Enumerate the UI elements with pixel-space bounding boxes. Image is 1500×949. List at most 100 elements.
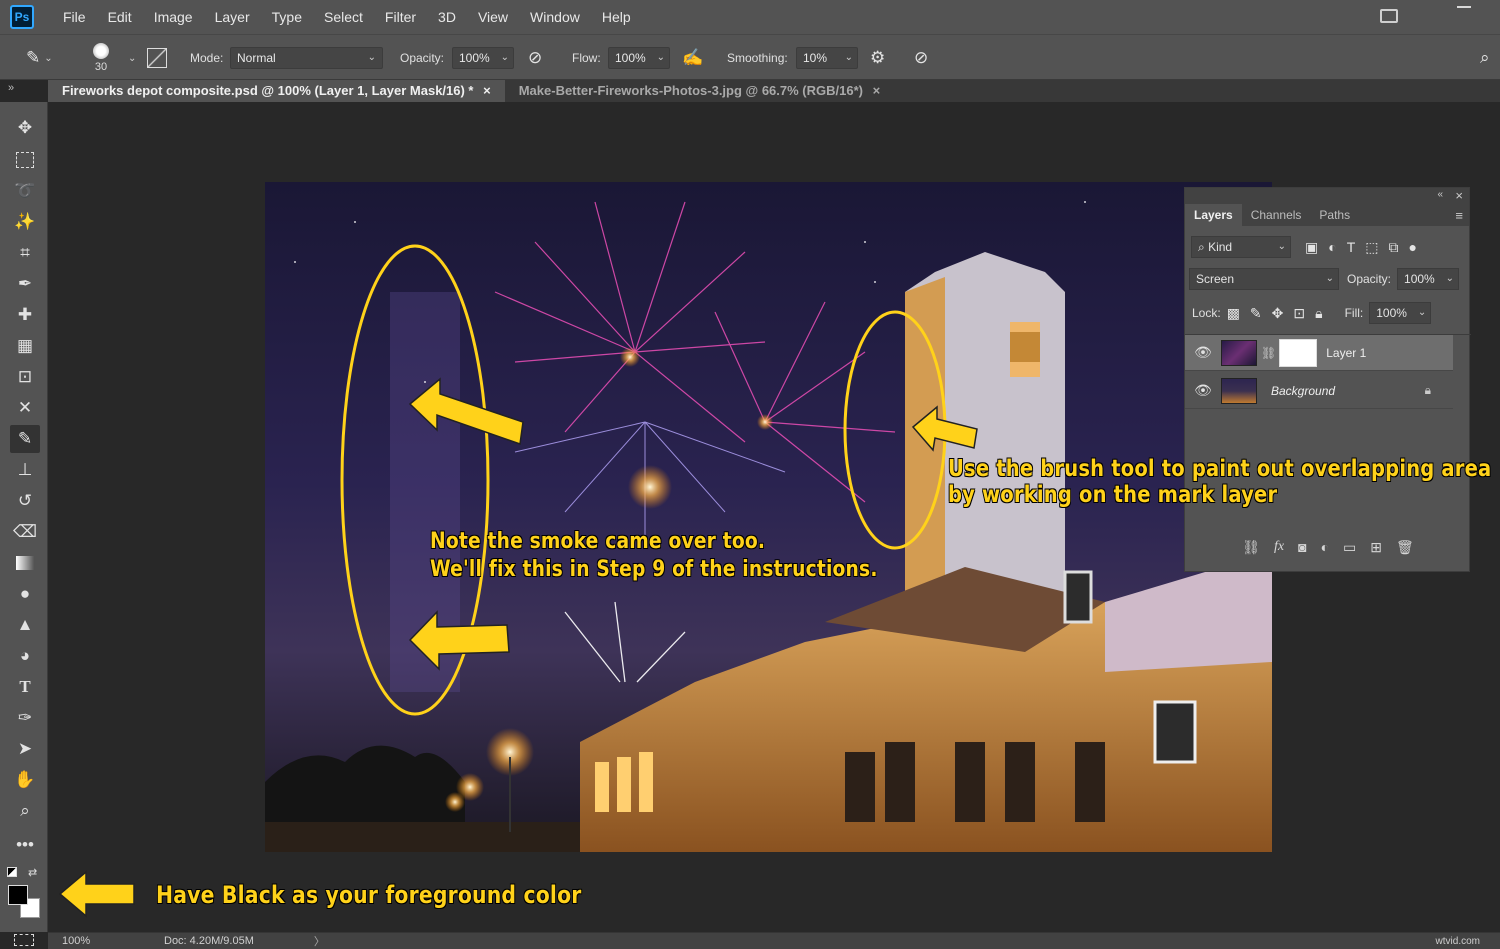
quick-mask-icon[interactable] [14, 934, 34, 946]
chevron-right-icon[interactable]: 〉 [314, 933, 325, 949]
brush-tool-icon[interactable]: ✎ [10, 425, 40, 453]
link-layers-icon[interactable]: ⛓︎ [1242, 539, 1260, 556]
document-image[interactable] [265, 182, 1272, 852]
pixel-filter-icon[interactable]: ▣ [1305, 239, 1318, 256]
tab-make-better-fireworks[interactable]: Make-Better-Fireworks-Photos-3.jpg @ 66.… [505, 80, 894, 102]
menu-select[interactable]: Select [313, 0, 374, 34]
layer-row-layer-1[interactable]: 👁︎ ⛓︎ Layer 1 [1185, 335, 1453, 371]
brush-settings-icon[interactable] [147, 48, 167, 68]
menu-view[interactable]: View [467, 0, 519, 34]
brush-tool-icon[interactable]: ✎ [26, 48, 40, 68]
eyedropper-tool-icon[interactable]: ✒ [10, 270, 40, 298]
zoom-level[interactable]: 100% [48, 935, 108, 947]
gear-icon[interactable]: ⚙ [870, 48, 885, 68]
path-selection-tool-icon[interactable]: ➤ [10, 735, 40, 763]
type-filter-icon[interactable]: T [1347, 239, 1356, 255]
panel-collapse-icon[interactable]: » [8, 82, 14, 94]
content-aware-move-tool-icon[interactable]: ✕ [10, 394, 40, 422]
adjustment-layer-icon[interactable]: ◐ [1321, 539, 1329, 555]
brush-preset-icon[interactable] [93, 43, 109, 59]
lock-position-icon[interactable]: ✥ [1272, 305, 1284, 322]
blur-tool-icon[interactable]: ● [10, 580, 40, 608]
eraser-tool-icon[interactable]: ⌫ [10, 518, 40, 546]
fill-field[interactable]: 100% ⌄ [1369, 302, 1431, 324]
menu-image[interactable]: Image [143, 0, 204, 34]
layer-row-background[interactable]: 👁︎ Background 🔒︎ [1185, 373, 1453, 409]
menu-layer[interactable]: Layer [204, 0, 261, 34]
gradient-tool-icon[interactable] [10, 549, 40, 577]
lock-icon[interactable]: 🔒︎ [1425, 383, 1431, 398]
dodge-tool-icon[interactable]: ◕ [10, 642, 40, 670]
minimize-icon[interactable] [1452, 0, 1478, 14]
foreground-color-swatch[interactable] [8, 885, 28, 905]
blend-mode-select[interactable]: Screen ⌄ [1189, 268, 1339, 290]
lock-transparency-icon[interactable]: ▩ [1227, 305, 1240, 322]
flow-field[interactable]: 100% ⌄ [608, 47, 670, 69]
new-group-icon[interactable]: ▭ [1343, 539, 1356, 556]
close-icon[interactable]: × [873, 83, 881, 98]
type-tool-icon[interactable]: T [10, 673, 40, 701]
tab-fireworks-composite[interactable]: Fireworks depot composite.psd @ 100% (La… [48, 80, 505, 102]
patch-tool-icon[interactable]: ▦ [10, 332, 40, 360]
smoothing-field[interactable]: 10% ⌄ [796, 47, 858, 69]
frame-tool-icon[interactable]: ⊡ [10, 363, 40, 391]
menu-3d[interactable]: 3D [427, 0, 467, 34]
menu-help[interactable]: Help [591, 0, 642, 34]
pen-tool-icon[interactable]: ✑ [10, 704, 40, 732]
trash-icon[interactable]: 🗑︎ [1396, 539, 1414, 556]
tab-paths[interactable]: Paths [1310, 204, 1359, 226]
panel-menu-icon[interactable]: ≡ [1455, 208, 1463, 223]
photoshop-logo: Ps [10, 5, 34, 29]
menu-type[interactable]: Type [261, 0, 313, 34]
add-mask-icon[interactable]: ◙ [1298, 539, 1306, 555]
brush-preset-chevron-icon[interactable]: ⌄ [128, 53, 136, 64]
lock-artboard-icon[interactable]: ⊡ [1293, 305, 1305, 322]
kind-filter-select[interactable]: ⌕ Kind ⌄ [1191, 236, 1291, 258]
collapse-icon[interactable]: « [1437, 189, 1443, 200]
pressure-size-icon[interactable]: ⊘ [914, 48, 928, 68]
sharpen-tool-icon[interactable]: ▲ [10, 611, 40, 639]
search-icon[interactable]: ⌕ [1480, 48, 1490, 68]
lasso-tool-icon[interactable]: ➰ [10, 177, 40, 205]
hand-tool-icon[interactable]: ✋ [10, 766, 40, 794]
move-tool-icon[interactable]: ✥ [10, 114, 40, 142]
menu-filter[interactable]: Filter [374, 0, 427, 34]
zoom-tool-icon[interactable]: ⌕ [10, 797, 40, 825]
menu-window[interactable]: Window [519, 0, 591, 34]
menu-edit[interactable]: Edit [97, 0, 143, 34]
filter-toggle-icon[interactable]: ● [1409, 239, 1417, 255]
tab-channels[interactable]: Channels [1242, 204, 1311, 226]
tab-layers[interactable]: Layers [1185, 204, 1242, 226]
history-brush-tool-icon[interactable]: ↺ [10, 487, 40, 515]
airbrush-icon[interactable]: ✍ [682, 48, 703, 68]
marquee-tool-icon[interactable] [10, 146, 40, 174]
mask-link-icon[interactable]: ⛓︎ [1261, 346, 1276, 360]
clone-stamp-tool-icon[interactable]: ⊥ [10, 456, 40, 484]
tool-preset-chevron-icon[interactable]: ⌄ [44, 53, 52, 64]
shape-filter-icon[interactable]: ⬚ [1365, 239, 1378, 256]
default-colors-icon[interactable] [7, 867, 17, 877]
layer-mask-thumbnail[interactable] [1280, 340, 1316, 366]
layer-opacity-field[interactable]: 100% ⌄ [1397, 268, 1459, 290]
workspace-icon[interactable] [1380, 9, 1398, 23]
crop-tool-icon[interactable]: ⌗ [10, 239, 40, 267]
swap-colors-icon[interactable]: ⇄ [28, 866, 37, 879]
lock-image-icon[interactable]: ✎ [1250, 305, 1262, 322]
magic-wand-tool-icon[interactable]: ✨ [10, 208, 40, 236]
visibility-eye-icon[interactable]: 👁︎ [1185, 344, 1221, 361]
healing-brush-tool-icon[interactable]: ✚ [10, 301, 40, 329]
opacity-field[interactable]: 100% ⌄ [452, 47, 514, 69]
mode-select[interactable]: Normal ⌄ [230, 47, 383, 69]
lock-all-icon[interactable]: 🔒︎ [1315, 305, 1322, 322]
fx-icon[interactable]: fx [1274, 539, 1284, 555]
pressure-opacity-icon[interactable]: ⊘ [528, 48, 542, 68]
visibility-eye-icon[interactable]: 👁︎ [1185, 382, 1221, 399]
more-tools-icon[interactable]: ••• [10, 831, 40, 859]
close-icon[interactable]: × [483, 83, 491, 98]
close-icon[interactable]: × [1455, 188, 1463, 203]
smart-object-filter-icon[interactable]: ⧉ [1389, 239, 1399, 256]
new-layer-icon[interactable]: ⊞ [1370, 539, 1382, 556]
adjustment-filter-icon[interactable]: ◐ [1328, 239, 1336, 255]
menu-file[interactable]: File [52, 0, 97, 34]
foreground-arrow-icon [56, 868, 138, 920]
